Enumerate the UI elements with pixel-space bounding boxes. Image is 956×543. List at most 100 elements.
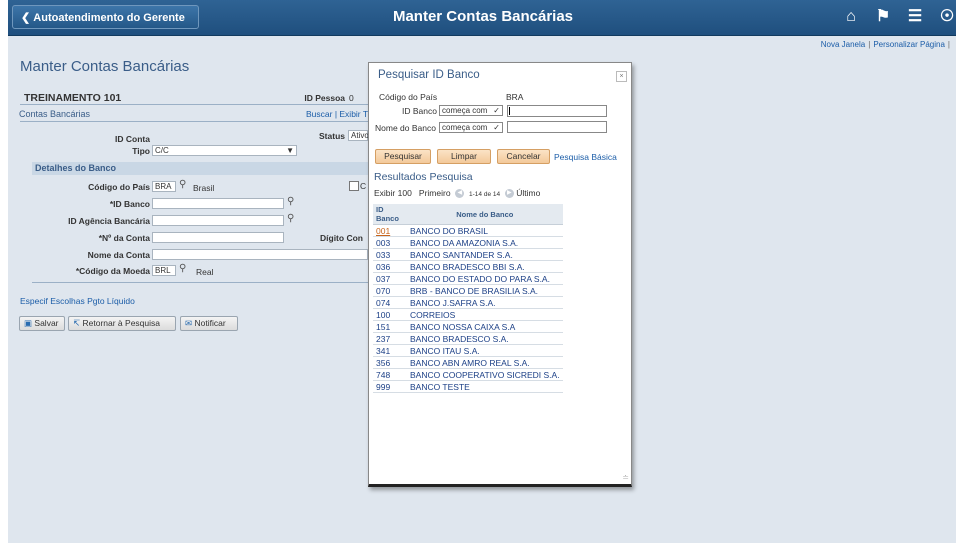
branch-id-input[interactable] bbox=[152, 215, 284, 226]
search-button[interactable]: Pesquisar bbox=[375, 149, 431, 164]
account-name-input[interactable] bbox=[152, 249, 368, 260]
bank-id-cell[interactable]: 341 bbox=[373, 344, 407, 357]
account-id-label: ID Conta bbox=[115, 134, 150, 144]
table-row[interactable]: 074 BANCO J.SAFRA S.A. bbox=[373, 296, 563, 309]
status-select[interactable]: Ativo bbox=[348, 130, 369, 141]
bank-name-cell[interactable]: BANCO SANTANDER S.A. bbox=[407, 248, 563, 261]
bank-name-operator-value: começa com bbox=[442, 123, 488, 132]
notify-button[interactable]: ✉ Notificar bbox=[180, 316, 238, 331]
section-title: Contas Bancárias bbox=[19, 109, 91, 119]
back-button-label: Autoatendimento do Gerente bbox=[33, 12, 185, 24]
cancel-button[interactable]: Cancelar bbox=[497, 149, 550, 164]
table-row[interactable]: 070 BRB - BANCO DE BRASILIA S.A. bbox=[373, 284, 563, 297]
compass-icon[interactable]: ☉ bbox=[938, 8, 956, 26]
bank-id-cell[interactable]: 001 bbox=[373, 224, 407, 237]
currency-code-input[interactable]: BRL bbox=[152, 265, 176, 276]
bank-name-cell[interactable]: BRB - BANCO DE BRASILIA S.A. bbox=[407, 284, 563, 297]
bank-name-cell[interactable]: BANCO BRADESCO BBI S.A. bbox=[407, 260, 563, 273]
bank-id-cell[interactable]: 033 bbox=[373, 248, 407, 261]
bank-id-search-input[interactable] bbox=[507, 105, 607, 117]
bank-id-cell[interactable]: 037 bbox=[373, 272, 407, 285]
bank-id-cell[interactable]: 036 bbox=[373, 260, 407, 273]
results-table: ID Banco Nome do Banco 001 BANCO DO BRASI… bbox=[373, 204, 563, 393]
bank-name-cell[interactable]: BANCO ITAU S.A. bbox=[407, 344, 563, 357]
table-row[interactable]: 356 BANCO ABN AMRO REAL S.A. bbox=[373, 356, 563, 369]
bank-id-cell[interactable]: 070 bbox=[373, 284, 407, 297]
bank-id-cell[interactable]: 999 bbox=[373, 380, 407, 393]
next-icon: ▶ bbox=[504, 189, 514, 199]
search-icon[interactable]: ⚲ bbox=[179, 263, 186, 274]
return-to-search-button[interactable]: ↸ Retornar à Pesquisa bbox=[68, 316, 176, 331]
payment-choices-link[interactable]: Especif Escolhas Pgto Líquido bbox=[20, 296, 135, 306]
show-count-link[interactable]: Exibir 100 bbox=[374, 188, 412, 198]
previous-icon: ◀ bbox=[455, 189, 465, 199]
check-digit-label: Dígito Con bbox=[320, 233, 363, 243]
bank-id-cell[interactable]: 356 bbox=[373, 356, 407, 369]
table-row[interactable]: 341 BANCO ITAU S.A. bbox=[373, 344, 563, 357]
table-row[interactable]: 037 BANCO DO ESTADO DO PARA S.A. bbox=[373, 272, 563, 285]
country-code-input[interactable]: BRA bbox=[152, 181, 176, 192]
status-label: Status bbox=[319, 131, 345, 141]
table-row[interactable]: 036 BANCO BRADESCO BBI S.A. bbox=[373, 260, 563, 273]
flag-icon[interactable]: ⚑ bbox=[874, 8, 892, 26]
resize-handle-icon[interactable]: ≐ bbox=[622, 473, 629, 482]
bank-name-cell[interactable]: BANCO NOSSA CAIXA S.A bbox=[407, 320, 563, 333]
bank-name-cell[interactable]: BANCO DO BRASIL bbox=[407, 224, 563, 237]
bank-name-search-input[interactable] bbox=[507, 121, 607, 133]
search-icon[interactable]: ⚲ bbox=[287, 213, 294, 224]
bank-name-cell[interactable]: BANCO DO ESTADO DO PARA S.A. bbox=[407, 272, 563, 285]
back-button[interactable]: ❮ Autoatendimento do Gerente bbox=[12, 5, 199, 29]
bank-id-input[interactable] bbox=[152, 198, 284, 209]
bank-id-operator-select[interactable]: começa com ✓ bbox=[439, 105, 503, 116]
bank-id-cell[interactable]: 074 bbox=[373, 296, 407, 309]
clear-button[interactable]: Limpar bbox=[437, 149, 491, 164]
bank-name-cell[interactable]: CORREIOS bbox=[407, 308, 563, 321]
type-select[interactable]: C/C ▼ bbox=[152, 145, 297, 156]
bank-id-cell[interactable]: 748 bbox=[373, 368, 407, 381]
section-links[interactable]: Buscar | Exibir T bbox=[306, 109, 368, 119]
person-id-value: 0 bbox=[349, 93, 354, 103]
menu-icon[interactable]: ☰ bbox=[906, 8, 924, 26]
save-button[interactable]: ▣ Salvar bbox=[19, 316, 65, 331]
divider bbox=[32, 282, 370, 283]
bank-name-cell[interactable]: BANCO COOPERATIVO SICREDI S.A. bbox=[407, 368, 563, 381]
personalize-page-link[interactable]: Personalizar Página bbox=[873, 40, 945, 49]
bank-id-label: *ID Banco bbox=[109, 199, 150, 209]
bank-name-cell[interactable]: BANCO TESTE bbox=[407, 380, 563, 393]
bank-name-cell[interactable]: BANCO ABN AMRO REAL S.A. bbox=[407, 356, 563, 369]
top-navigation-bar: ❮ Autoatendimento do Gerente Manter Cont… bbox=[8, 0, 956, 36]
new-window-link[interactable]: Nova Janela bbox=[821, 40, 865, 49]
chevron-down-icon: ▼ bbox=[286, 146, 294, 155]
bank-id-cell[interactable]: 003 bbox=[373, 236, 407, 249]
column-bank-id: ID Banco bbox=[373, 204, 407, 225]
basic-search-link[interactable]: Pesquisa Básica bbox=[554, 152, 617, 162]
table-row[interactable]: 003 BANCO DA AMAZONIA S.A. bbox=[373, 236, 563, 249]
bank-name-operator-select[interactable]: começa com ✓ bbox=[439, 122, 503, 133]
bank-name-cell[interactable]: BANCO BRADESCO S.A. bbox=[407, 332, 563, 345]
results-title: Resultados Pesquisa bbox=[374, 171, 473, 183]
home-icon[interactable]: ⌂ bbox=[842, 8, 860, 26]
checkbox-label: C bbox=[360, 181, 367, 191]
table-row[interactable]: 001 BANCO DO BRASIL bbox=[373, 224, 563, 237]
bank-id-cell[interactable]: 100 bbox=[373, 308, 407, 321]
text-cursor bbox=[509, 107, 510, 115]
close-icon[interactable]: × bbox=[616, 71, 627, 82]
link-separator: | bbox=[947, 40, 950, 49]
table-row[interactable]: 999 BANCO TESTE bbox=[373, 380, 563, 393]
chevron-down-icon: ✓ bbox=[493, 106, 500, 115]
account-number-input[interactable] bbox=[152, 232, 284, 243]
bank-name-cell[interactable]: BANCO J.SAFRA S.A. bbox=[407, 296, 563, 309]
table-row[interactable]: 237 BANCO BRADESCO S.A. bbox=[373, 332, 563, 345]
first-label: Primeiro bbox=[418, 188, 451, 198]
bank-id-cell[interactable]: 237 bbox=[373, 332, 407, 345]
bank-id-cell[interactable]: 151 bbox=[373, 320, 407, 333]
table-row[interactable]: 100 CORREIOS bbox=[373, 308, 563, 321]
bank-name-cell[interactable]: BANCO DA AMAZONIA S.A. bbox=[407, 236, 563, 249]
table-row[interactable]: 748 BANCO COOPERATIVO SICREDI S.A. bbox=[373, 368, 563, 381]
search-icon[interactable]: ⚲ bbox=[179, 179, 186, 190]
search-icon[interactable]: ⚲ bbox=[287, 196, 294, 207]
table-row[interactable]: 151 BANCO NOSSA CAIXA S.A bbox=[373, 320, 563, 333]
table-row[interactable]: 033 BANCO SANTANDER S.A. bbox=[373, 248, 563, 261]
country-description: Brasil bbox=[193, 183, 215, 193]
option-checkbox[interactable] bbox=[349, 181, 359, 191]
